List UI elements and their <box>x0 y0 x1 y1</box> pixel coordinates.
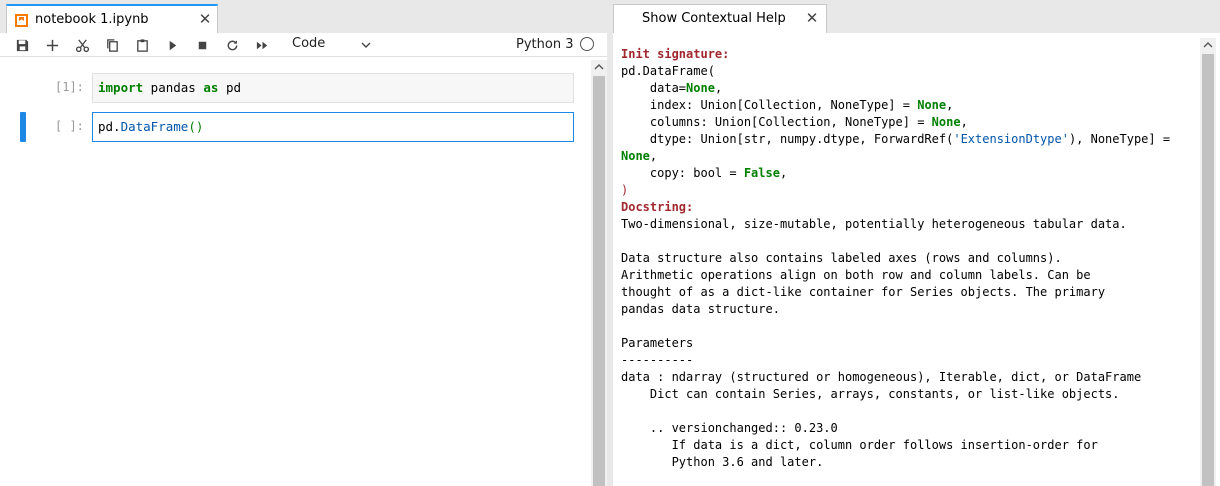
keyword-token: None <box>621 149 650 163</box>
signature-close: ) <box>621 183 629 197</box>
help-tab-bar: Show Contextual Help ✕ <box>613 0 1220 33</box>
signature-token: , <box>649 149 658 163</box>
restart-icon[interactable] <box>220 33 244 57</box>
cut-icon[interactable] <box>70 33 94 57</box>
add-cell-icon[interactable] <box>40 33 64 57</box>
notebook-cells-area: [1]: import pandas as pd [ ]: pd.DataFra… <box>0 60 607 486</box>
signature-heading: Init signature: <box>621 47 730 61</box>
signature-token: , <box>960 115 968 129</box>
run-icon[interactable] <box>160 33 184 57</box>
cell-editor[interactable]: import pandas as pd <box>92 73 574 103</box>
string-token: 'ExtensionDtype' <box>953 132 1069 146</box>
code-token: pd <box>218 80 242 95</box>
docstring-heading: Docstring: <box>621 200 694 214</box>
notebook-icon <box>15 14 28 27</box>
cell-editor[interactable]: pd.DataFrame() <box>92 112 574 142</box>
copy-icon[interactable] <box>100 33 124 57</box>
chevron-down-icon <box>361 42 371 48</box>
signature-line: pd.DataFrame( <box>621 64 715 78</box>
paste-icon[interactable] <box>130 33 154 57</box>
signature-line: index: Union[Collection, NoneType] = <box>621 98 918 112</box>
contextual-help-panel: Show Contextual Help ✕ Init signature: p… <box>613 0 1220 486</box>
keyword-token: None <box>686 81 715 95</box>
cell-type-value: Code <box>292 36 326 51</box>
tab-help-label: Show Contextual Help <box>642 11 786 26</box>
keyword-token: None <box>931 115 961 129</box>
run-all-icon[interactable] <box>250 33 274 57</box>
signature-line: copy: bool = <box>621 166 744 180</box>
scrollbar-thumb[interactable] <box>593 76 605 486</box>
tab-notebook[interactable]: notebook 1.ipynb ✕ <box>6 4 218 33</box>
notebook-scrollbar[interactable] <box>591 60 607 486</box>
close-icon[interactable]: ✕ <box>197 11 213 27</box>
code-token: pd. <box>98 119 121 134</box>
code-cell[interactable]: [1]: import pandas as pd <box>0 73 590 103</box>
code-token: as <box>203 80 219 95</box>
notebook-panel: notebook 1.ipynb ✕ Code Python 3 [1]: im… <box>0 0 607 486</box>
code-token: () <box>188 119 204 134</box>
signature-line: columns: Union[Collection, NoneType] = <box>621 115 932 129</box>
close-icon[interactable]: ✕ <box>804 10 820 26</box>
signature-line: data= <box>621 81 687 95</box>
help-scrollbar[interactable] <box>1200 38 1216 486</box>
notebook-tab-bar: notebook 1.ipynb ✕ <box>0 0 607 33</box>
cell-prompt: [ ]: <box>55 119 84 133</box>
scroll-up-arrow-icon[interactable] <box>1202 40 1214 50</box>
keyword-token: None <box>917 98 947 112</box>
docstring-text: Two-dimensional, size-mutable, potential… <box>621 217 1142 469</box>
code-cell-active[interactable]: [ ]: pd.DataFrame() <box>0 112 590 142</box>
scroll-up-arrow-icon[interactable] <box>593 62 605 72</box>
tab-notebook-label: notebook 1.ipynb <box>35 12 149 27</box>
code-token: pandas <box>143 80 204 95</box>
kernel-name[interactable]: Python 3 <box>516 37 573 52</box>
signature-token: ), NoneType] = <box>1068 132 1171 146</box>
help-content: Init signature: pd.DataFrame( data=None,… <box>613 38 1199 486</box>
signature-token: , <box>779 166 788 180</box>
keyword-token: False <box>743 166 780 180</box>
signature-line: dtype: Union[str, numpy.dtype, ForwardRe… <box>621 132 954 146</box>
signature-token: , <box>714 81 723 95</box>
notebook-toolbar: Code Python 3 <box>0 33 607 57</box>
tab-contextual-help[interactable]: Show Contextual Help ✕ <box>613 4 827 33</box>
code-token: import <box>98 80 144 95</box>
active-cell-indicator <box>20 112 26 142</box>
kernel-status-icon <box>580 37 594 51</box>
cell-prompt: [1]: <box>55 80 84 94</box>
save-icon[interactable] <box>10 33 34 57</box>
signature-token: , <box>946 98 954 112</box>
code-token: DataFrame <box>120 119 189 134</box>
cell-type-select[interactable]: Code <box>286 35 376 55</box>
stop-icon[interactable] <box>190 33 214 57</box>
scrollbar-thumb[interactable] <box>1202 54 1214 486</box>
